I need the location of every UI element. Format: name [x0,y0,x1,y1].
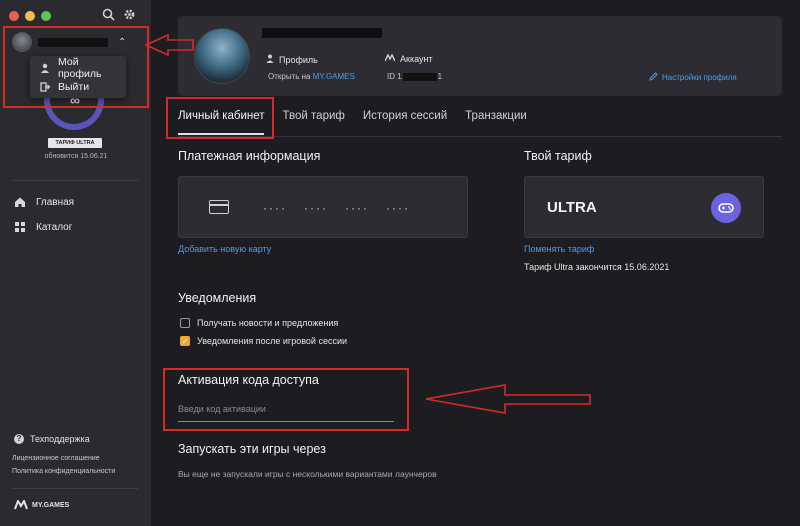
sidebar-item-label: Главная [36,196,75,208]
change-plan-link[interactable]: Поменять тариф [524,244,594,254]
grid-icon [14,221,26,233]
plan-card: ULTRA [524,176,764,238]
redacted-id [402,72,437,81]
plan-badge: ТАРИФ ULTRA [48,138,102,148]
license-link[interactable]: Лицензионное соглашение [12,455,100,462]
payment-card[interactable]: ···· ···· ···· ···· [178,176,468,238]
renew-date: обновится 15.06.21 [44,153,108,160]
support-label: Техподдержка [30,434,90,444]
sidebar-item-catalog[interactable]: Каталог [14,221,72,233]
id-suffix: 1 [437,72,443,81]
sidebar-item-label: Каталог [36,221,73,233]
gear-icon[interactable] [122,8,136,22]
news-checkbox[interactable] [180,318,190,328]
redacted-username [262,28,382,38]
edit-icon [649,72,658,83]
privacy-link[interactable]: Политика конфиденциальности [12,468,115,475]
support-link[interactable]: ? Техподдержка [14,434,90,444]
tab-session-history[interactable]: История сессий [363,104,447,128]
divider [12,488,138,489]
payment-title: Платежная информация [178,149,321,163]
annotation-box-activation [163,368,409,431]
help-icon: ? [14,434,24,444]
annotation-box-tab [166,97,274,139]
divider [12,180,138,181]
home-icon [14,196,26,208]
profile-settings-link[interactable]: Настройки профиля [649,72,737,83]
account-icon [384,53,396,64]
profile-label: Профиль [279,54,318,65]
notifications-title: Уведомления [178,291,257,305]
window-controls [9,11,51,21]
checkbox-label: Получать новости и предложения [197,318,339,328]
maximize-window-button[interactable] [41,11,51,21]
tab-transactions[interactable]: Транзакции [465,104,527,128]
launchers-title: Запускать эти игры через [178,442,326,456]
launchers-empty-text: Вы еще не запускали игры с несколькими в… [178,469,437,479]
credit-card-icon [209,200,229,214]
add-card-link[interactable]: Добавить новую карту [178,244,271,254]
open-on-text: Открыть на MY.GAMES [268,72,355,81]
account-id: ID 1 1 [387,72,442,81]
brand-logo: MY.GAMES [14,500,69,510]
minimize-window-button[interactable] [25,11,35,21]
open-on-prefix: Открыть на [268,72,311,81]
settings-label: Настройки профиля [662,73,737,82]
brand-name: MY.GAMES [32,501,70,509]
search-icon[interactable] [101,8,115,22]
user-icon [266,54,274,65]
masked-digits: ···· [304,201,328,215]
account-label: Аккаунт [400,54,433,64]
session-checkbox[interactable]: ✓ [180,336,190,346]
session-checkbox-row[interactable]: ✓ Уведомления после игровой сессии [180,336,347,346]
profile-link[interactable]: Профиль [266,54,318,65]
news-checkbox-row[interactable]: Получать новости и предложения [180,318,338,328]
masked-digits: ···· [386,201,410,215]
id-prefix: ID 1 [387,72,402,81]
plan-expiry: Тариф Ultra закончится 15.06.2021 [524,262,670,272]
mygames-logo-icon [14,500,28,510]
gamepad-icon [711,193,741,223]
annotation-box-user-menu [3,26,149,108]
tab-your-plan[interactable]: Твой тариф [283,104,345,128]
masked-digits: ···· [345,201,369,215]
mygames-link[interactable]: MY.GAMES [313,72,355,81]
checkbox-label: Уведомления после игровой сессии [197,336,348,346]
plan-title: Твой тариф [524,149,592,163]
masked-digits: ···· [263,201,287,215]
account-link[interactable]: Аккаунт [384,53,433,64]
sidebar-item-home[interactable]: Главная [14,196,74,208]
profile-avatar [194,28,250,84]
close-window-button[interactable] [9,11,19,21]
plan-name: ULTRA [547,199,597,216]
